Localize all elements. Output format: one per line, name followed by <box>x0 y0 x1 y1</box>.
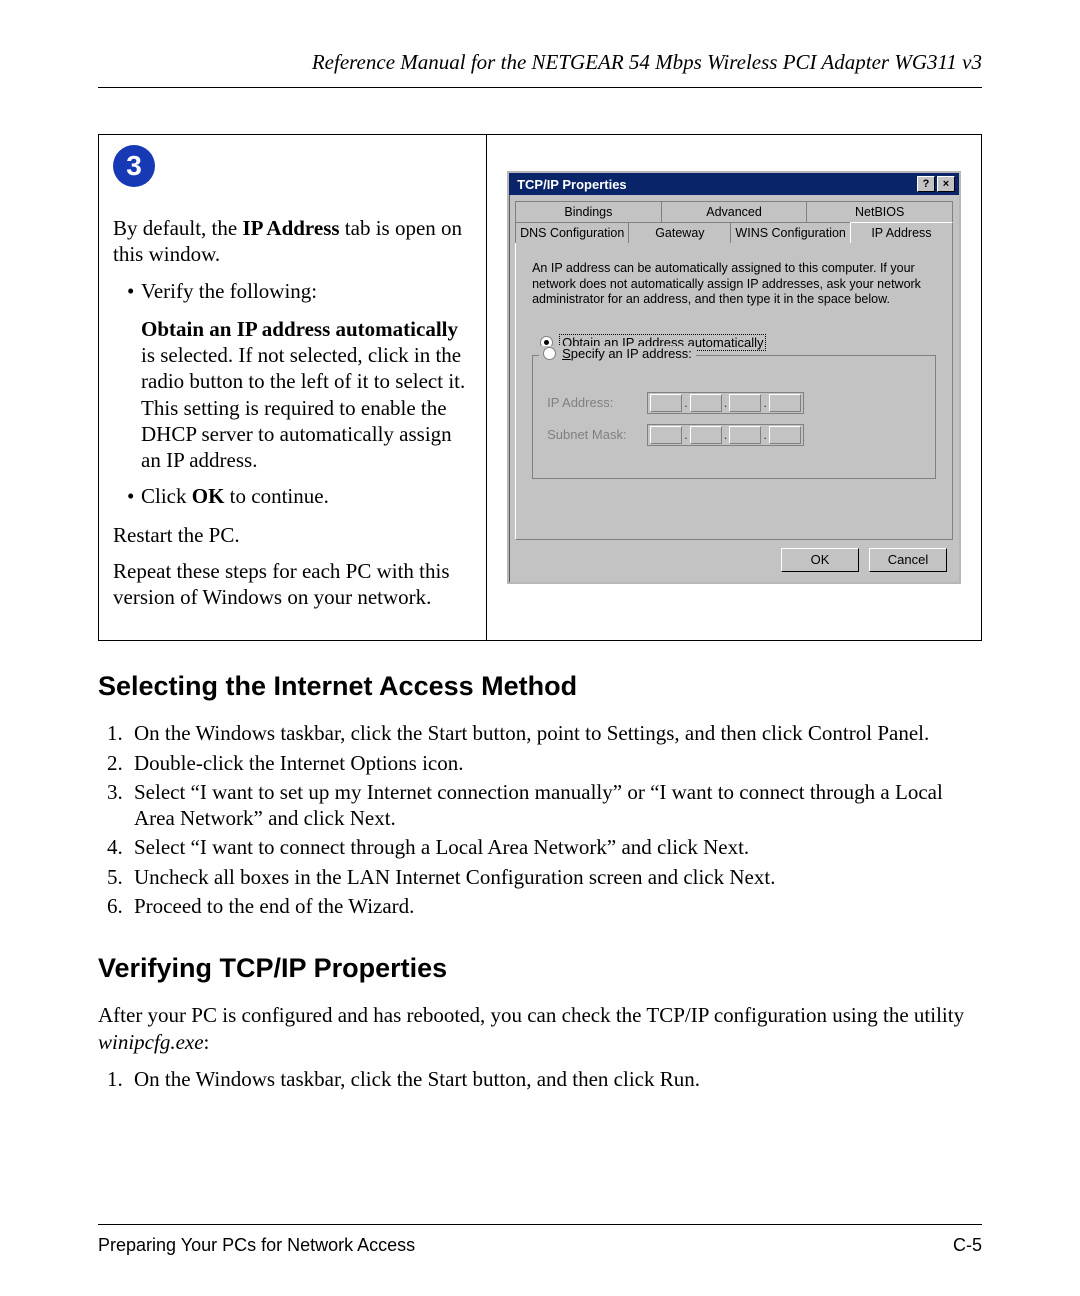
tab-wins-configuration[interactable]: WINS Configuration <box>730 222 850 243</box>
list-item: On the Windows taskbar, click the Start … <box>128 1066 982 1092</box>
tab-gateway[interactable]: Gateway <box>628 222 731 243</box>
intro-paragraph: By default, the IP Address tab is open o… <box>113 215 472 268</box>
dialog-titlebar[interactable]: TCP/IP Properties ? × <box>509 173 959 195</box>
list-item: Select “I want to set up my Internet con… <box>128 779 982 832</box>
footer-section-name: Preparing Your PCs for Network Access <box>98 1235 415 1256</box>
tab-ip-address[interactable]: IP Address <box>850 222 953 243</box>
verify-b: : <box>204 1030 210 1054</box>
list-item: Select “I want to connect through a Loca… <box>128 834 982 860</box>
page-header-title: Reference Manual for the NETGEAR 54 Mbps… <box>98 50 982 75</box>
verifying-steps: On the Windows taskbar, click the Start … <box>98 1066 982 1092</box>
step-number-badge: 3 <box>113 145 155 187</box>
tabs-row-2: DNS Configuration Gateway WINS Configura… <box>515 222 953 243</box>
ok-a: Click <box>141 484 192 508</box>
internet-access-steps: On the Windows taskbar, click the Start … <box>98 720 982 919</box>
help-button[interactable]: ? <box>917 176 935 192</box>
radio-specify-label: Specify an IP address: <box>562 346 692 361</box>
step-figure-box: 3 By default, the IP Address tab is open… <box>98 134 982 641</box>
tab-panel-ip-address: An IP address can be automatically assig… <box>515 242 953 540</box>
ip-address-row: IP Address: ... <box>547 392 921 414</box>
bullet-list-2: Click OK to continue. <box>113 483 472 509</box>
header-rule <box>98 87 982 88</box>
subnet-mask-row: Subnet Mask: ... <box>547 424 921 446</box>
footer-page-number: C-5 <box>953 1235 982 1256</box>
tab-dns-configuration[interactable]: DNS Configuration <box>515 222 629 243</box>
verify-a: After your PC is configured and has rebo… <box>98 1003 964 1027</box>
tcpip-properties-dialog: TCP/IP Properties ? × Bindings Advanced … <box>507 171 961 584</box>
ip-address-input[interactable]: ... <box>647 392 804 414</box>
verify-ital: winipcfg.exe <box>98 1030 204 1054</box>
ok-bold: OK <box>192 484 225 508</box>
dialog-button-row: OK Cancel <box>515 540 953 574</box>
bullet-click-ok: Click OK to continue. <box>127 483 472 509</box>
close-button[interactable]: × <box>937 176 955 192</box>
obtain-paragraph: Obtain an IP address automatically is se… <box>113 316 472 474</box>
obtain-rest: is selected. If not selected, click in t… <box>141 343 465 472</box>
list-item: On the Windows taskbar, click the Start … <box>128 720 982 746</box>
figure-instructions: By default, the IP Address tab is open o… <box>113 215 472 610</box>
dialog-body: Bindings Advanced NetBIOS DNS Configurat… <box>509 195 959 582</box>
ok-button[interactable]: OK <box>781 548 859 572</box>
tab-advanced[interactable]: Advanced <box>661 201 808 222</box>
intro-a: By default, the <box>113 216 242 240</box>
obtain-bold: Obtain an IP address automatically <box>141 317 458 341</box>
cancel-button[interactable]: Cancel <box>869 548 947 572</box>
verifying-paragraph: After your PC is configured and has rebo… <box>98 1002 982 1056</box>
panel-info-text: An IP address can be automatically assig… <box>532 261 936 308</box>
tabs-row-1: Bindings Advanced NetBIOS <box>515 201 953 222</box>
subnet-mask-input[interactable]: ... <box>647 424 804 446</box>
tab-netbios[interactable]: NetBIOS <box>806 201 953 222</box>
section-heading-internet-access: Selecting the Internet Access Method <box>98 671 982 702</box>
bullet-list-1: Verify the following: <box>113 278 472 304</box>
radio-icon <box>543 347 556 360</box>
specify-ip-fieldset: Specify an IP address: IP Address: ... S… <box>532 355 936 479</box>
repeat-paragraph: Repeat these steps for each PC with this… <box>113 558 472 611</box>
ip-address-label: IP Address: <box>547 395 647 410</box>
list-item: Proceed to the end of the Wizard. <box>128 893 982 919</box>
radio-specify-ip[interactable]: Specify an IP address: <box>539 346 696 361</box>
subnet-mask-label: Subnet Mask: <box>547 427 647 442</box>
ok-b: to continue. <box>224 484 328 508</box>
dialog-title: TCP/IP Properties <box>517 177 915 192</box>
page-footer: Preparing Your PCs for Network Access C-… <box>98 1224 982 1256</box>
bullet-verify: Verify the following: <box>127 278 472 304</box>
intro-bold: IP Address <box>242 216 339 240</box>
figure-right-column: TCP/IP Properties ? × Bindings Advanced … <box>487 135 981 640</box>
list-item: Uncheck all boxes in the LAN Internet Co… <box>128 864 982 890</box>
tab-bindings[interactable]: Bindings <box>515 201 662 222</box>
list-item: Double-click the Internet Options icon. <box>128 750 982 776</box>
restart-paragraph: Restart the PC. <box>113 522 472 548</box>
section-heading-verifying-tcpip: Verifying TCP/IP Properties <box>98 953 982 984</box>
footer-rule <box>98 1224 982 1225</box>
figure-left-column: 3 By default, the IP Address tab is open… <box>99 135 487 640</box>
